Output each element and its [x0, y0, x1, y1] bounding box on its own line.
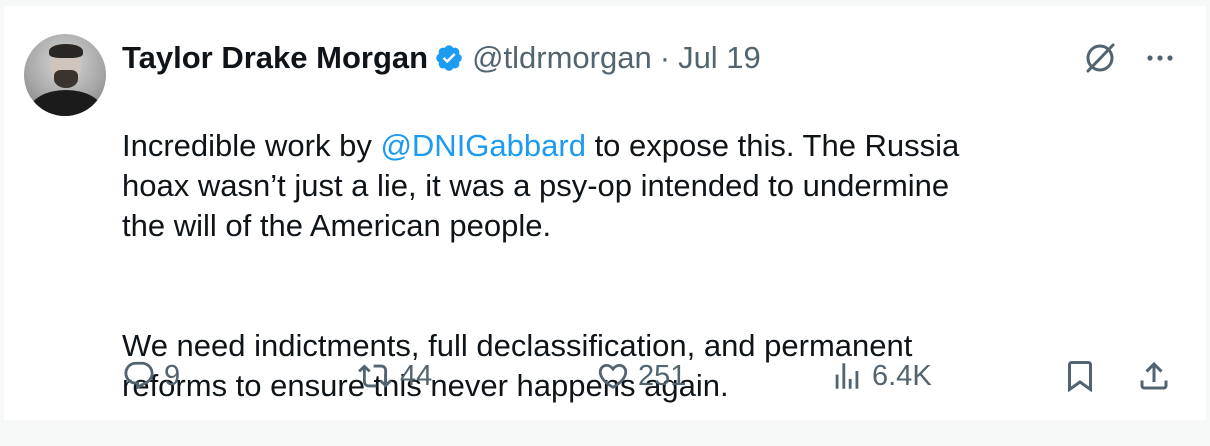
- reply-button[interactable]: 9: [122, 359, 180, 393]
- like-count: 251: [638, 359, 687, 392]
- tweet-card[interactable]: Taylor Drake Morgan @tldrmorgan · Jul 19: [4, 6, 1206, 420]
- verified-badge-icon[interactable]: [434, 43, 464, 73]
- views-button[interactable]: 6.4K: [830, 359, 932, 393]
- repost-icon: [358, 364, 392, 388]
- author-name[interactable]: Taylor Drake Morgan: [122, 40, 428, 76]
- reply-icon: [124, 361, 154, 390]
- tweet-action-bar: 9 44 251 6.4K: [122, 354, 1182, 398]
- repost-button[interactable]: 44: [358, 359, 432, 393]
- tweet-paragraph-1: Incredible work by @DNIGabbard to expose…: [122, 126, 1182, 246]
- tweet-top-actions: [1082, 40, 1176, 76]
- heart-icon: [598, 363, 628, 389]
- bookmark-button[interactable]: [1062, 358, 1098, 394]
- tweet-date[interactable]: Jul 19: [678, 40, 761, 76]
- tweet-header: Taylor Drake Morgan @tldrmorgan · Jul 19: [122, 36, 761, 80]
- views-icon: [835, 363, 859, 389]
- avatar[interactable]: [24, 34, 106, 116]
- like-button[interactable]: 251: [596, 359, 686, 393]
- share-button[interactable]: [1136, 358, 1172, 394]
- bookmark-icon: [1068, 361, 1092, 393]
- mention-link[interactable]: @DNIGabbard: [380, 128, 586, 163]
- views-count: 6.4K: [872, 359, 932, 392]
- separator-dot: ·: [659, 40, 671, 75]
- grok-icon[interactable]: [1082, 40, 1118, 76]
- author-handle[interactable]: @tldrmorgan: [472, 40, 652, 76]
- tweet-text-segment: Incredible work by: [122, 128, 381, 163]
- more-icon[interactable]: [1144, 42, 1176, 74]
- share-icon: [1140, 361, 1168, 390]
- repost-count: 44: [400, 359, 433, 392]
- reply-count: 9: [164, 359, 181, 392]
